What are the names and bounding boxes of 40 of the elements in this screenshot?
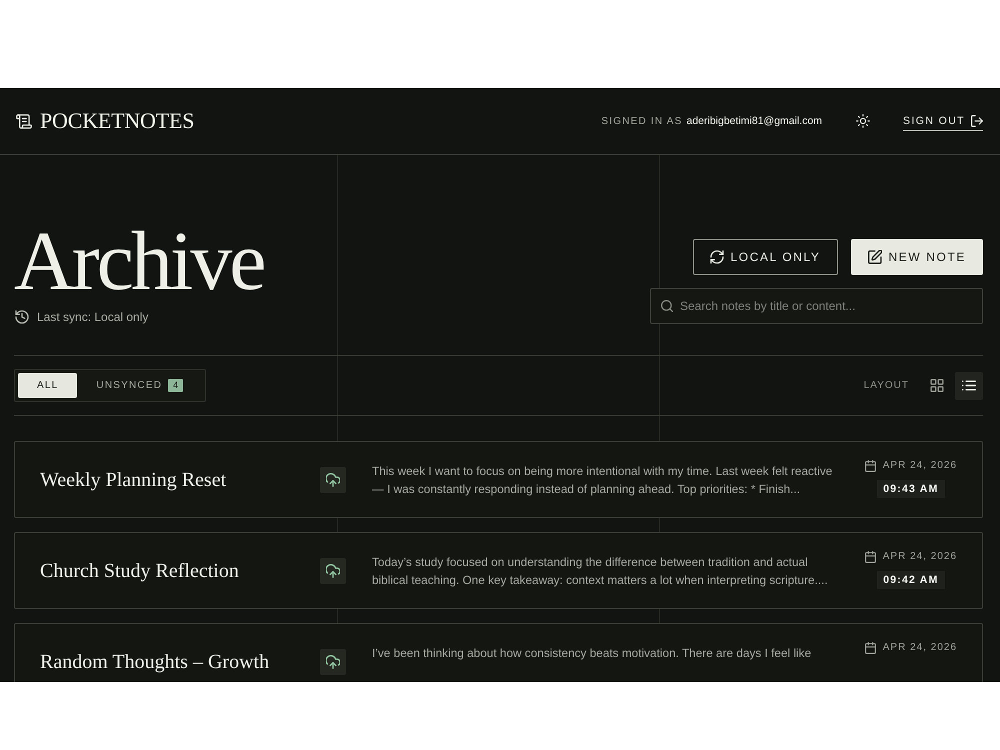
filter-tab[interactable]: UNSYNCED 4 — [77, 373, 202, 398]
note-excerpt: I’ve been thinking about how consistency beats motivation. There are days I feel like — [372, 645, 812, 662]
logout-icon — [971, 114, 983, 126]
sign-out-link[interactable]: SIGN OUT — [903, 112, 983, 130]
refresh-icon — [710, 250, 724, 264]
calendar-icon — [864, 551, 876, 563]
signed-in-label: SIGNED IN AS — [601, 116, 682, 126]
note-card[interactable] — [14, 532, 983, 609]
note-title: Weekly Planning Reset — [40, 468, 228, 492]
user-email: aderibigbetimi81@gmail.com — [686, 115, 822, 127]
sun-icon[interactable] — [856, 114, 870, 128]
search-field[interactable]: Search notes by title or content... — [650, 288, 983, 324]
count-badge: 4 — [168, 379, 184, 392]
app-logo: POCKETNOTES — [40, 110, 194, 132]
note-title: Random Thoughts – Growth — [40, 650, 270, 674]
scroll-icon — [16, 114, 32, 128]
note-title: Church Study Reflection — [40, 558, 240, 584]
last-sync-text: Last sync: Local only — [37, 310, 148, 324]
sync-button[interactable]: LOCAL ONLY — [692, 239, 838, 275]
note-excerpt: Today’s study focused on understanding the difference between tradition and actual biblical teaching. One key takeaway: context matters a lot when interpreting scripture.... — [372, 554, 829, 589]
note-card[interactable]: Random Thoughts – Growth I’ve been thinking about how consistency beats motivation. There are days I feel like APR 24, 2026 — [14, 623, 983, 682]
note-date: APR 24, 2026 — [882, 642, 957, 654]
calendar-icon — [864, 460, 876, 472]
filter-tab[interactable]: ALL — [18, 373, 78, 398]
note-excerpt: This week I want to focus on being more intentional with my time. Last week felt reactive — I was constantly responding instead of planning ahead. Top priorities: * Finish... — [372, 463, 834, 498]
list-icon — [962, 379, 976, 392]
search-icon — [661, 300, 673, 312]
history-icon — [15, 310, 29, 324]
note-card[interactable] — [14, 441, 983, 518]
new-note-button[interactable]: NEW NOTE — [850, 239, 983, 275]
list-view-button[interactable] — [955, 372, 983, 400]
edit-icon — [868, 250, 882, 264]
calendar-icon — [864, 642, 876, 654]
grid-icon — [930, 379, 944, 392]
note-date: APR 24, 2026 — [882, 460, 957, 472]
page-title: Archive — [14, 220, 264, 304]
note-time: 09:42 AM — [877, 571, 945, 589]
note-date: APR 24, 2026 — [882, 551, 957, 563]
layout-label: LAYOUT — [864, 380, 909, 391]
note-time: 09:43 AM — [877, 480, 945, 498]
